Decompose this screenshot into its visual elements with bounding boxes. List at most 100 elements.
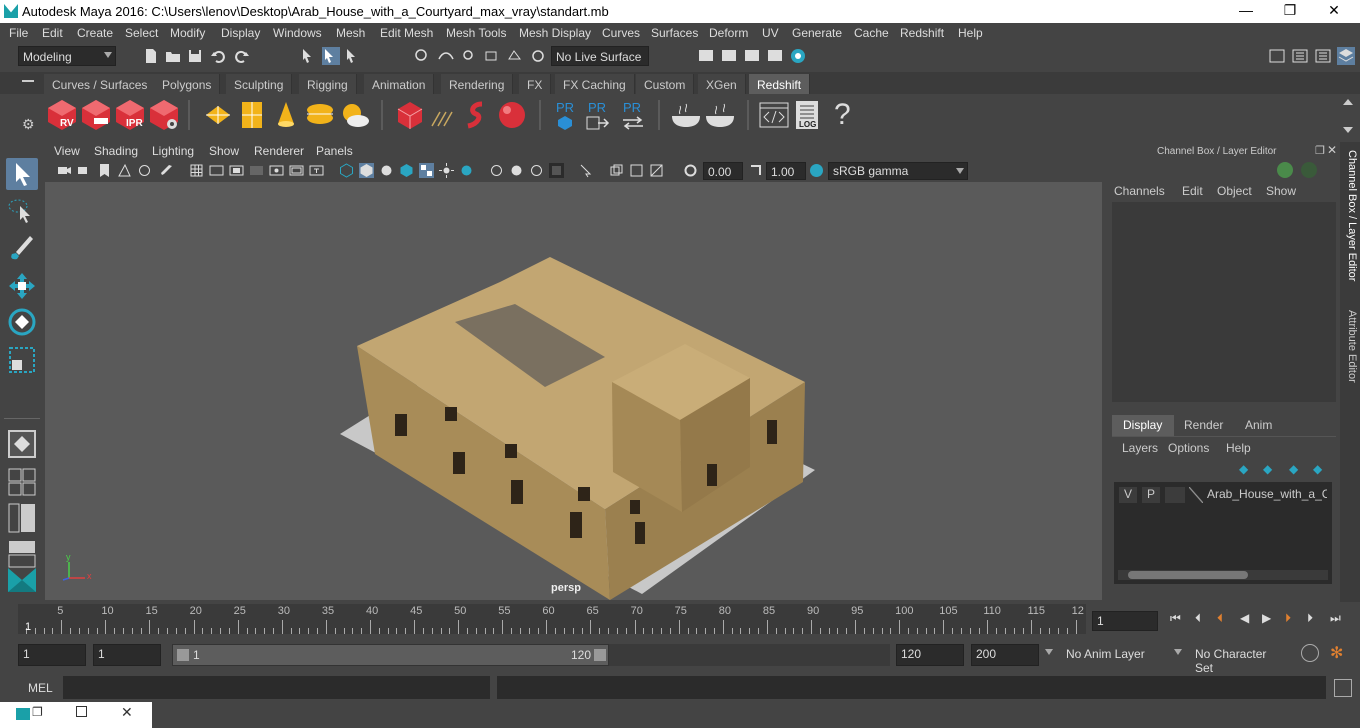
menu-windows[interactable]: Windows (273, 26, 322, 40)
pr-icon-1[interactable]: PR (550, 98, 582, 132)
menu-surfaces[interactable]: Surfaces (651, 26, 698, 40)
menu-edit[interactable]: Edit (42, 26, 63, 40)
go-to-end-icon[interactable]: ⏭ (1330, 611, 1346, 627)
playback-start-field[interactable]: 1 (93, 644, 161, 666)
scale-tool-icon[interactable] (6, 344, 38, 376)
viewport-menu-panels[interactable]: Panels (316, 144, 353, 158)
menu-mesh-display[interactable]: Mesh Display (519, 26, 591, 40)
menu-modify[interactable]: Modify (170, 26, 205, 40)
redshift-bowl-icon-2[interactable] (704, 98, 736, 132)
toggle-attribute-editor-icon[interactable] (1291, 47, 1309, 65)
tab-polygons[interactable]: Polygons (154, 74, 221, 94)
snap-point-icon[interactable] (460, 47, 478, 65)
xray-icon[interactable] (509, 163, 524, 178)
step-forward-key-icon[interactable]: ⏵ (1285, 611, 1301, 627)
end-time-field[interactable]: 200 (971, 644, 1039, 666)
go-to-start-icon[interactable]: ⏮ (1170, 611, 1186, 627)
ipr-render-icon[interactable] (743, 47, 761, 65)
toggle-tool-settings-icon[interactable] (1314, 47, 1332, 65)
select-object-icon[interactable] (322, 47, 340, 65)
gamma-icon[interactable] (748, 163, 763, 178)
redshift-sun-sky-icon[interactable] (338, 98, 370, 132)
character-set-dropdown[interactable]: No Character Set (1191, 644, 1291, 675)
time-slider[interactable]: 5 10 15 20 25 30 35 40 45 50 55 60 65 70 75 80 85 90 95 100… (18, 604, 1086, 634)
cb-object-menu[interactable]: Object (1217, 184, 1252, 198)
menu-edit-mesh[interactable]: Edit Mesh (380, 26, 433, 40)
channel-list[interactable] (1112, 202, 1336, 402)
film-gate-icon[interactable] (209, 163, 224, 178)
pr-icon-3[interactable]: PR (617, 98, 649, 132)
minimize-button[interactable]: — (1232, 2, 1260, 20)
menu-file[interactable]: File (9, 26, 28, 40)
rotate-tool-icon[interactable] (6, 306, 38, 338)
redshift-settings-icon[interactable] (148, 98, 180, 132)
play-forwards-icon[interactable]: ▶ (1262, 611, 1278, 627)
workspace-icon[interactable] (1268, 47, 1286, 65)
mode-dropdown[interactable]: Modeling (18, 46, 116, 66)
tab-render[interactable]: Render (1175, 415, 1233, 436)
persp-outliner-layout-icon[interactable] (6, 502, 38, 534)
paint-select-tool-icon[interactable] (6, 232, 38, 264)
redshift-log-icon[interactable]: LOG (792, 98, 824, 132)
tab-anim[interactable]: Anim (1234, 415, 1284, 436)
step-back-frame-icon[interactable]: ⏴ (1195, 611, 1211, 627)
step-forward-frame-icon[interactable]: ⏵ (1307, 611, 1323, 627)
field-chart-icon[interactable] (269, 163, 284, 178)
four-view-layout-icon[interactable] (6, 466, 38, 498)
cb-edit-menu[interactable]: Edit (1182, 184, 1203, 198)
default-material-icon[interactable] (379, 163, 394, 178)
snap-grid-icon[interactable] (413, 47, 431, 65)
redshift-portal-light-icon[interactable] (236, 98, 268, 132)
select-hierarchy-icon[interactable] (300, 47, 318, 65)
menu-display[interactable]: Display (221, 26, 260, 40)
move-tool-icon[interactable] (6, 270, 38, 302)
render-frame-icon[interactable] (720, 47, 738, 65)
anim-layer-dropdown[interactable]: No Anim Layer (1062, 644, 1162, 666)
screen-space-ao-icon[interactable] (609, 163, 624, 178)
restore-icon[interactable]: ❐ (32, 705, 43, 719)
redshift-render-view-icon[interactable]: RV (46, 98, 78, 132)
new-layer-selected-icon[interactable]: ◆ (1313, 462, 1322, 476)
minimized-window[interactable]: ❐ ✕ (0, 702, 152, 728)
layer-visibility-toggle[interactable]: V (1119, 487, 1137, 503)
live-surface-icon[interactable] (530, 47, 548, 65)
xray-components-icon[interactable] (549, 163, 564, 178)
channel-speed-icon[interactable] (1301, 162, 1317, 178)
menu-mesh-tools[interactable]: Mesh Tools (446, 26, 506, 40)
select-component-icon[interactable] (344, 47, 362, 65)
gate-mask-icon[interactable] (249, 163, 264, 178)
redo-icon[interactable] (232, 47, 250, 65)
redshift-ipr-icon[interactable]: IPR (114, 98, 146, 132)
layer-name[interactable]: Arab_House_with_a_Cou (1207, 487, 1327, 501)
shelf-scroll-down-icon[interactable] (1343, 127, 1353, 133)
snap-surface-icon[interactable] (506, 47, 524, 65)
motion-blur-icon[interactable] (629, 163, 644, 178)
safe-title-icon[interactable] (309, 163, 324, 178)
color-management-icon[interactable] (809, 163, 824, 178)
undo-icon[interactable] (210, 47, 228, 65)
playback-end-field[interactable]: 120 (896, 644, 964, 666)
range-start-handle[interactable] (177, 649, 189, 661)
move-layer-down-icon[interactable]: ◆ (1263, 462, 1272, 476)
snap-curve-icon[interactable] (437, 47, 455, 65)
scrollbar-thumb[interactable] (1128, 571, 1248, 579)
snap-view-plane-icon[interactable] (483, 47, 501, 65)
tab-xgen[interactable]: XGen (698, 74, 746, 94)
live-surface-field[interactable]: No Live Surface (551, 46, 649, 66)
save-scene-icon[interactable] (186, 47, 204, 65)
wireframe-on-shaded-icon[interactable] (399, 163, 414, 178)
tab-fx[interactable]: FX (519, 74, 552, 94)
use-all-lights-icon[interactable] (439, 163, 454, 178)
menu-create[interactable]: Create (77, 26, 113, 40)
hypershade-icon[interactable] (789, 47, 807, 65)
script-language-label[interactable]: MEL (28, 681, 53, 695)
current-frame-field[interactable]: 1 (1092, 611, 1158, 631)
layer-scrollbar[interactable] (1118, 570, 1328, 580)
isolate-select-icon[interactable] (489, 163, 504, 178)
viewport-menu-show[interactable]: Show (209, 144, 239, 158)
menu-deform[interactable]: Deform (709, 26, 748, 40)
camera-icon[interactable] (57, 163, 72, 178)
manipulator-icon[interactable] (1277, 162, 1293, 178)
layer-list[interactable]: V P Arab_House_with_a_Cou (1114, 482, 1332, 584)
start-time-field[interactable]: 1 (18, 644, 86, 666)
